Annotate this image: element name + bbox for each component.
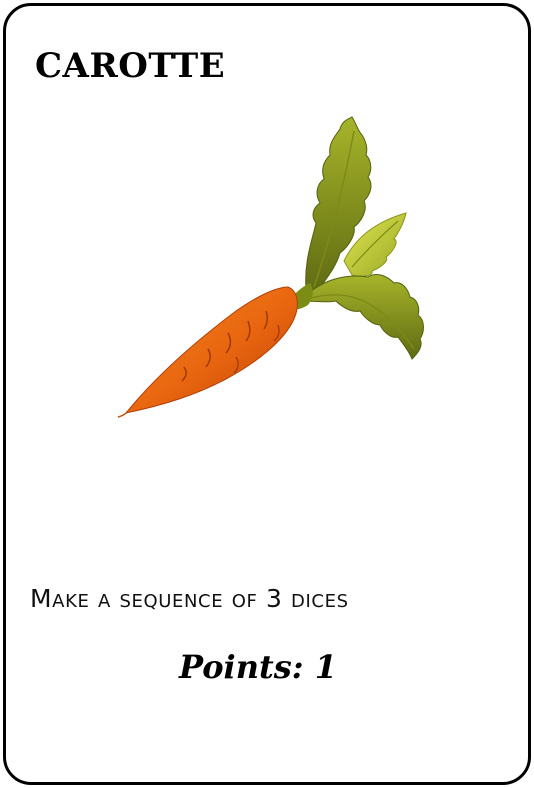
carrot-illustration [117,116,424,418]
carrot-leaf-lower [303,274,424,360]
card-objective: Make a sequence of 3 dices [30,584,349,613]
game-card[interactable]: CAROTTE Make a sequence of 3 dices Point… [3,3,531,785]
carrot-root [124,286,298,414]
card-title: CAROTTE [35,46,226,86]
card-points: Points: 1 [179,648,337,686]
